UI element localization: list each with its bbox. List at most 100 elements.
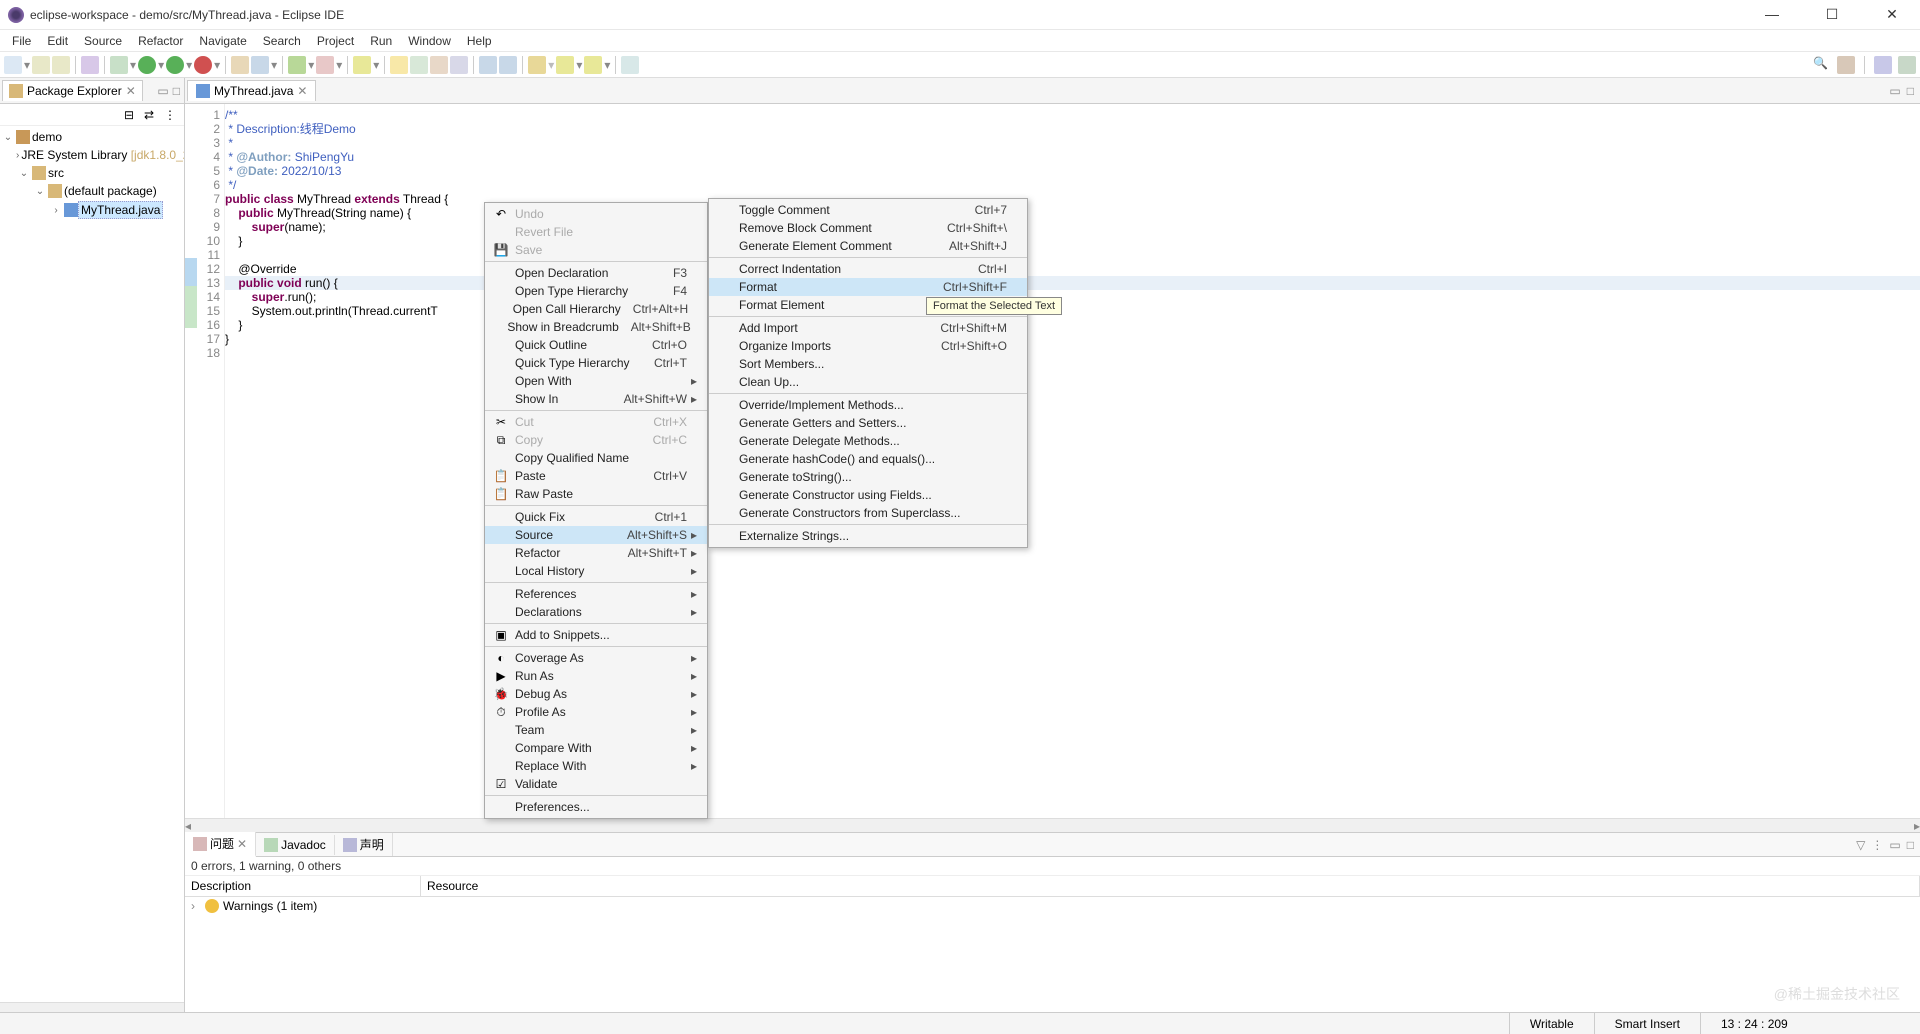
maximize-panel-icon[interactable]: □	[1907, 838, 1914, 852]
save-icon[interactable]	[32, 56, 50, 74]
menu-item-quick-type-hierarchy[interactable]: Quick Type HierarchyCtrl+T	[485, 354, 707, 372]
menu-item-open-declaration[interactable]: Open DeclarationF3	[485, 264, 707, 282]
code-line[interactable]	[225, 248, 1920, 262]
col-resource[interactable]: Resource	[421, 876, 1920, 896]
save-all-icon[interactable]	[52, 56, 70, 74]
menu-item-show-in-breadcrumb[interactable]: Show in BreadcrumbAlt+Shift+B	[485, 318, 707, 336]
menu-item-local-history[interactable]: Local History▸	[485, 562, 707, 580]
code-line[interactable]: }	[225, 234, 1920, 248]
code-line[interactable]: *	[225, 136, 1920, 150]
close-button[interactable]: ✕	[1872, 6, 1912, 23]
code-line[interactable]: super.run();	[225, 290, 1920, 304]
java-persp-icon[interactable]	[1874, 56, 1892, 74]
close-tab-icon[interactable]: ✕	[297, 84, 307, 98]
close-view-icon[interactable]: ✕	[126, 84, 136, 98]
view-menu2-icon[interactable]: ⋮	[1871, 838, 1883, 852]
minimize-button[interactable]: —	[1752, 6, 1792, 23]
code-line[interactable]: * Description:线程Demo	[225, 122, 1920, 136]
ext-tools-icon[interactable]	[194, 56, 212, 74]
menu-item-preferences[interactable]: Preferences...	[485, 798, 707, 816]
menu-item-correct-indentation[interactable]: Correct IndentationCtrl+I	[709, 260, 1027, 278]
menu-item-replace-with[interactable]: Replace With▸	[485, 757, 707, 775]
menu-search[interactable]: Search	[255, 32, 309, 50]
open-persp-icon[interactable]	[1837, 56, 1855, 74]
code-line[interactable]	[225, 346, 1920, 360]
menu-item-format[interactable]: FormatCtrl+Shift+F	[709, 278, 1027, 296]
show-ws-icon[interactable]	[450, 56, 468, 74]
annotate-icon[interactable]	[410, 56, 428, 74]
fwd-icon[interactable]	[584, 56, 602, 74]
minimize-view-icon[interactable]: ▭	[157, 84, 168, 98]
new-java-icon[interactable]	[288, 56, 306, 74]
prev-ann-icon[interactable]	[499, 56, 517, 74]
menu-item-show-in[interactable]: Show InAlt+Shift+W▸	[485, 390, 707, 408]
menu-help[interactable]: Help	[459, 32, 500, 50]
new-package-icon[interactable]	[231, 56, 249, 74]
menu-item-generate-element-comment[interactable]: Generate Element CommentAlt+Shift+J	[709, 237, 1027, 255]
menu-item-run-as[interactable]: ▶Run As▸	[485, 667, 707, 685]
code-line[interactable]: public void run() {	[225, 276, 1920, 290]
editor-tab[interactable]: MyThread.java ✕	[187, 80, 316, 101]
menu-item-raw-paste[interactable]: 📋Raw Paste	[485, 485, 707, 503]
menu-item-clean-up[interactable]: Clean Up...	[709, 373, 1027, 391]
menu-item-externalize-strings[interactable]: Externalize Strings...	[709, 527, 1027, 545]
menu-item-add-import[interactable]: Add ImportCtrl+Shift+M	[709, 319, 1027, 337]
back-icon[interactable]	[556, 56, 574, 74]
menu-item-paste[interactable]: 📋PasteCtrl+V	[485, 467, 707, 485]
context-menu[interactable]: ↶UndoRevert File💾SaveOpen DeclarationF3O…	[484, 202, 708, 819]
pin-icon[interactable]	[621, 56, 639, 74]
code-line[interactable]: * @Date: 2022/10/13	[225, 164, 1920, 178]
menu-source[interactable]: Source	[76, 32, 130, 50]
menu-item-generate-tostring[interactable]: Generate toString()...	[709, 468, 1027, 486]
new-jsp-icon[interactable]	[316, 56, 334, 74]
menu-item-validate[interactable]: ☑Validate	[485, 775, 707, 793]
menu-item-open-type-hierarchy[interactable]: Open Type HierarchyF4	[485, 282, 707, 300]
debug-icon[interactable]	[110, 56, 128, 74]
menu-edit[interactable]: Edit	[39, 32, 76, 50]
code-line[interactable]: }	[225, 332, 1920, 346]
close-tab-icon[interactable]: ✕	[237, 837, 247, 851]
bottom-tab-1[interactable]: Javadoc	[256, 835, 335, 855]
code-line[interactable]: @Override	[225, 262, 1920, 276]
menu-item-source[interactable]: SourceAlt+Shift+S▸	[485, 526, 707, 544]
menu-item-open-with[interactable]: Open With▸	[485, 372, 707, 390]
link-editor-icon[interactable]: ⇄	[144, 108, 158, 122]
minimize-editor-icon[interactable]: ▭	[1889, 84, 1900, 98]
code-line[interactable]: System.out.println(Thread.currentT	[225, 304, 1920, 318]
src-node[interactable]: src	[46, 165, 66, 181]
menu-item-add-to-snippets[interactable]: ▣Add to Snippets...	[485, 626, 707, 644]
code-area[interactable]: /** * Description:线程Demo * * @Author: Sh…	[225, 104, 1920, 818]
menu-item-generate-hashcode-and-equals[interactable]: Generate hashCode() and equals()...	[709, 450, 1027, 468]
open-type-icon[interactable]	[81, 56, 99, 74]
maximize-button[interactable]: ☐	[1812, 6, 1852, 23]
minimize-panel-icon[interactable]: ▭	[1889, 838, 1900, 852]
menu-item-debug-as[interactable]: 🐞Debug As▸	[485, 685, 707, 703]
menu-item-declarations[interactable]: Declarations▸	[485, 603, 707, 621]
package-node[interactable]: (default package)	[62, 183, 159, 199]
menu-item-refactor[interactable]: RefactorAlt+Shift+T▸	[485, 544, 707, 562]
code-line[interactable]: */	[225, 178, 1920, 192]
menu-item-organize-imports[interactable]: Organize ImportsCtrl+Shift+O	[709, 337, 1027, 355]
bottom-tab-0[interactable]: 问题 ✕	[185, 832, 256, 857]
java-file-node[interactable]: MyThread.java	[78, 201, 163, 219]
menu-item-team[interactable]: Team▸	[485, 721, 707, 739]
menu-item-coverage-as[interactable]: ◐Coverage As▸	[485, 649, 707, 667]
menu-item-references[interactable]: References▸	[485, 585, 707, 603]
block-sel-icon[interactable]	[430, 56, 448, 74]
warnings-row[interactable]: › Warnings (1 item)	[185, 897, 1920, 915]
menu-item-generate-constructor-using-fields[interactable]: Generate Constructor using Fields...	[709, 486, 1027, 504]
menu-window[interactable]: Window	[400, 32, 459, 50]
coverage-icon[interactable]	[166, 56, 184, 74]
filter-icon[interactable]: ▽	[1856, 838, 1865, 852]
menu-item-open-call-hierarchy[interactable]: Open Call HierarchyCtrl+Alt+H	[485, 300, 707, 318]
menu-navigate[interactable]: Navigate	[191, 32, 254, 50]
menu-item-remove-block-comment[interactable]: Remove Block CommentCtrl+Shift+\	[709, 219, 1027, 237]
last-edit-icon[interactable]	[528, 56, 546, 74]
project-tree[interactable]: ⌄demo ›JRE System Library [jdk1.8.0_2… ⌄…	[0, 126, 184, 1002]
code-line[interactable]: }	[225, 318, 1920, 332]
menu-file[interactable]: File	[4, 32, 39, 50]
next-ann-icon[interactable]	[479, 56, 497, 74]
collapse-all-icon[interactable]: ⊟	[124, 108, 138, 122]
wand-icon[interactable]	[390, 56, 408, 74]
new-icon[interactable]	[4, 56, 22, 74]
